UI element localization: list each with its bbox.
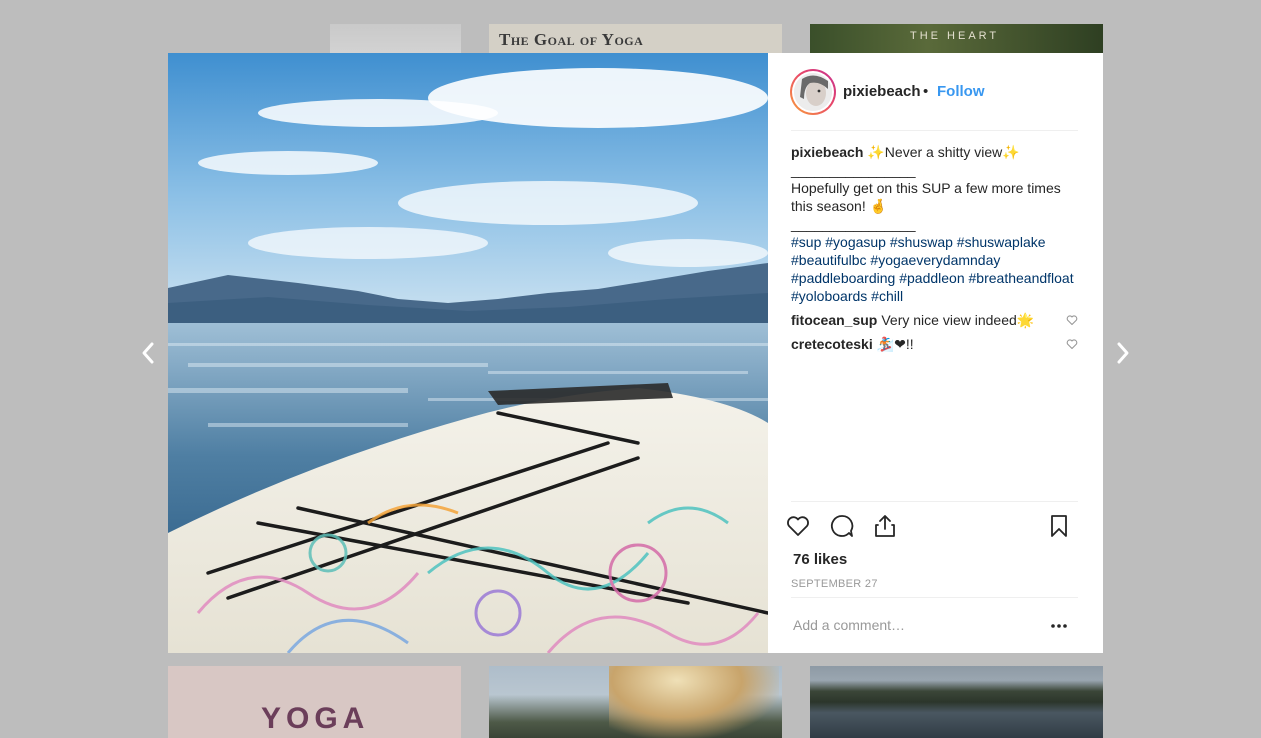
comment-item: cretecoteski 🏂❤!! [791, 335, 1078, 353]
paddleboard-lake-image [168, 53, 768, 653]
comment-like-icon[interactable] [1066, 338, 1078, 350]
comment-box-divider [791, 597, 1078, 598]
caption-separator: ________________ [791, 162, 916, 178]
actions-divider [791, 501, 1078, 502]
follow-button[interactable]: Follow [937, 83, 985, 100]
thumbnail-title: The Goal of Yoga [499, 30, 644, 49]
next-post-button[interactable] [1111, 338, 1135, 368]
comment-username[interactable]: cretecoteski [791, 336, 873, 352]
hashtag-link[interactable]: #paddleon [899, 270, 964, 286]
post-date: SEPTEMBER 27 [791, 578, 878, 590]
header-divider [791, 130, 1078, 131]
comment-text: Very nice view indeed🌟 [881, 312, 1035, 328]
hashtag-link[interactable]: #sup [791, 234, 821, 250]
comment-like-icon[interactable] [1066, 314, 1078, 326]
caption-separator: ________________ [791, 216, 916, 232]
hashtag-link[interactable]: #shuswaplake [957, 234, 1046, 250]
comment-username[interactable]: fitocean_sup [791, 312, 877, 328]
hashtag-link[interactable]: #paddleboarding [791, 270, 895, 286]
post-sidebar: pixiebeach • Follow pixiebeach ✨Never a s… [768, 53, 1103, 653]
chevron-left-icon [142, 342, 154, 364]
like-count[interactable]: 76 likes [793, 551, 847, 568]
grid-post-thumbnail[interactable]: YOGA [168, 666, 461, 738]
thumbnail-title: YOGA [261, 702, 370, 735]
hashtag-link[interactable]: #shuswap [890, 234, 953, 250]
add-comment-input[interactable]: Add a comment… [793, 617, 1023, 633]
hashtag-link[interactable]: #yogaeverydamnday [870, 252, 1000, 268]
chevron-right-icon [1117, 342, 1129, 364]
hashtag-link[interactable]: #beautifulbc [791, 252, 867, 268]
profile-photo-icon [794, 73, 832, 111]
hashtag-link[interactable]: #chill [871, 288, 903, 304]
hashtag-link[interactable]: #yogasup [825, 234, 886, 250]
caption-hashtags: #sup #yogasup #shuswap #shuswaplake #bea… [791, 233, 1081, 305]
comment-item: fitocean_sup Very nice view indeed🌟 [791, 311, 1078, 329]
comment-text: 🏂❤!! [876, 336, 914, 352]
post-author-username[interactable]: pixiebeach [843, 83, 921, 100]
comment-bubble-icon[interactable] [829, 513, 855, 539]
post-caption: pixiebeach ✨Never a shitty view✨ ________… [791, 143, 1081, 305]
grid-post-thumbnail[interactable] [489, 666, 782, 738]
share-icon[interactable] [872, 513, 898, 539]
grid-post-thumbnail[interactable] [810, 666, 1103, 738]
hashtag-link[interactable]: #yoloboards [791, 288, 867, 304]
bookmark-icon[interactable] [1046, 513, 1072, 539]
previous-post-button[interactable] [136, 338, 160, 368]
post-modal: pixiebeach • Follow pixiebeach ✨Never a s… [168, 53, 1103, 653]
post-photo[interactable] [168, 53, 768, 653]
caption-username[interactable]: pixiebeach [791, 144, 863, 160]
separator-dot: • [923, 83, 929, 100]
avatar[interactable] [790, 69, 836, 115]
action-bar [787, 513, 1078, 541]
hashtag-link[interactable]: #breatheandfloat [969, 270, 1074, 286]
more-options-icon[interactable] [1048, 617, 1070, 635]
heart-icon[interactable] [785, 513, 811, 539]
thumbnail-title: THE HEART [910, 30, 1000, 42]
caption-line-1: ✨Never a shitty view✨ [867, 144, 1020, 160]
caption-line-2: Hopefully get on this SUP a few more tim… [791, 180, 1061, 214]
